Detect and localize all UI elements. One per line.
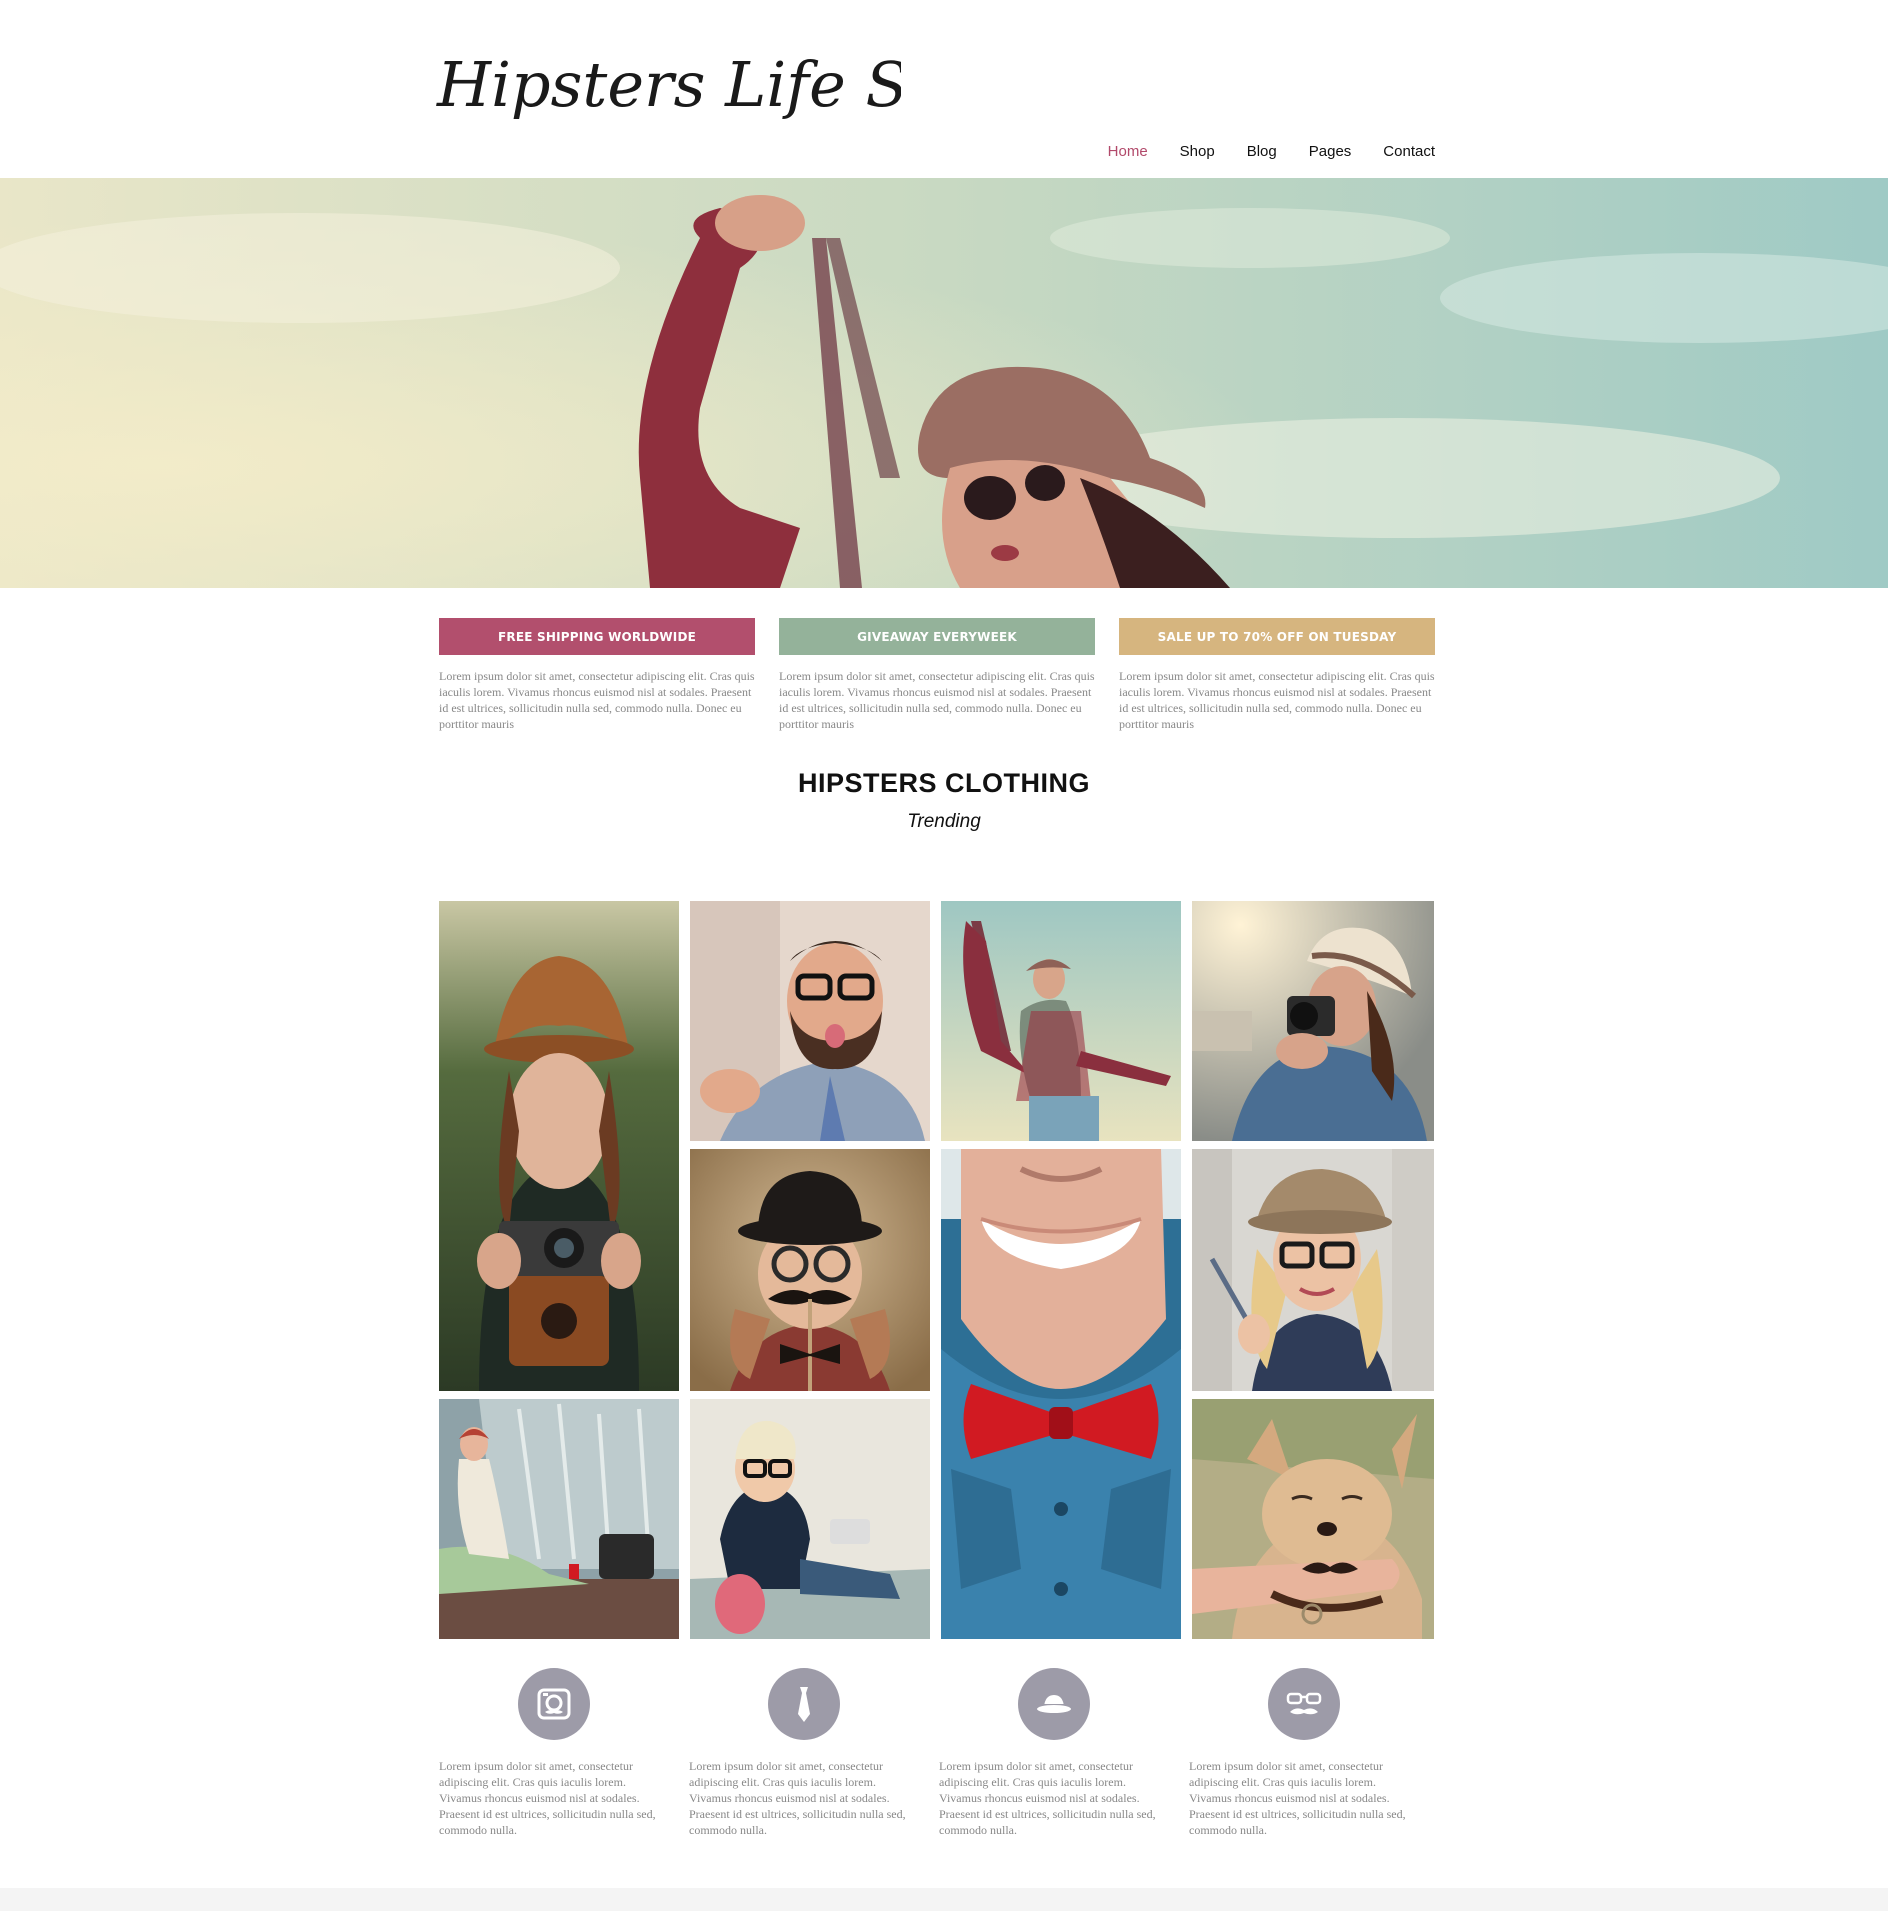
photo-woman-glasses-pencil[interactable] (1192, 1149, 1434, 1391)
feature-free-shipping-text: Lorem ipsum dolor sit amet, consectetur … (439, 669, 755, 731)
tie-icon[interactable] (768, 1668, 840, 1740)
photo-gallery (439, 901, 1434, 1639)
photo-woman-sitting-fountain[interactable] (439, 1399, 679, 1639)
photo-man-red-bowtie[interactable] (941, 1149, 1181, 1639)
feature-giveaway-text: Lorem ipsum dolor sit amet, consectetur … (779, 669, 1095, 731)
hat-icon[interactable] (1018, 1668, 1090, 1740)
feature-sale-bar[interactable]: SALE UP TO 70% OFF ON TUESDAY (1119, 618, 1435, 655)
feature-bars: FREE SHIPPING WORLDWIDE Lorem ipsum dolo… (439, 618, 1435, 732)
nav-pages[interactable]: Pages (1309, 143, 1352, 160)
icon-feature-3: Lorem ipsum dolor sit amet, consectetur … (939, 1668, 1189, 1838)
feature-free-shipping: FREE SHIPPING WORLDWIDE Lorem ipsum dolo… (439, 618, 755, 732)
icon-feature-1-text: Lorem ipsum dolor sit amet, consectetur … (439, 1759, 656, 1837)
feature-free-shipping-bar[interactable]: FREE SHIPPING WORLDWIDE (439, 618, 755, 655)
feature-sale: SALE UP TO 70% OFF ON TUESDAY Lorem ipsu… (1119, 618, 1435, 732)
icon-feature-2: Lorem ipsum dolor sit amet, consectetur … (689, 1668, 939, 1838)
feature-sale-text: Lorem ipsum dolor sit amet, consectetur … (1119, 669, 1435, 731)
section-subtitle: Trending (907, 811, 981, 832)
icon-feature-1: Lorem ipsum dolor sit amet, consectetur … (439, 1668, 689, 1838)
main-nav: Home Shop Blog Pages Contact (1076, 143, 1435, 160)
icon-feature-3-text: Lorem ipsum dolor sit amet, consectetur … (939, 1759, 1156, 1837)
nav-contact[interactable]: Contact (1383, 143, 1435, 160)
nav-shop[interactable]: Shop (1180, 143, 1215, 160)
nav-blog[interactable]: Blog (1247, 143, 1277, 160)
icon-feature-2-text: Lorem ipsum dolor sit amet, consectetur … (689, 1759, 906, 1837)
icon-feature-4: Lorem ipsum dolor sit amet, consectetur … (1189, 1668, 1439, 1838)
photo-child-bowler-hat-mustache[interactable] (690, 1149, 930, 1391)
photo-woman-sky-camera-strap[interactable] (941, 901, 1181, 1141)
icon-features: Lorem ipsum dolor sit amet, consectetur … (439, 1668, 1439, 1838)
icon-feature-4-text: Lorem ipsum dolor sit amet, consectetur … (1189, 1759, 1406, 1837)
camera-icon[interactable] (518, 1668, 590, 1740)
photo-woman-white-hat-camera[interactable] (1192, 901, 1434, 1141)
photo-dog-finger-mustache[interactable] (1192, 1399, 1434, 1639)
logo-text: Hipsters Life Style (436, 48, 901, 121)
photo-woman-hat-camera[interactable] (439, 901, 679, 1391)
photo-bearded-man-glasses[interactable] (690, 901, 930, 1141)
photo-toddler-headphones[interactable] (690, 1399, 930, 1639)
feature-giveaway-bar[interactable]: GIVEAWAY EVERYWEEK (779, 618, 1095, 655)
section-title: HIPSTERS CLOTHING (797, 768, 1090, 798)
footer-strip (0, 1888, 1888, 1911)
feature-giveaway: GIVEAWAY EVERYWEEK Lorem ipsum dolor sit… (779, 618, 1095, 732)
hero-banner (0, 178, 1888, 588)
site-logo[interactable]: Hipsters Life Style (431, 28, 1024, 138)
nav-home[interactable]: Home (1108, 143, 1148, 160)
glasses-mustache-icon[interactable] (1268, 1668, 1340, 1740)
